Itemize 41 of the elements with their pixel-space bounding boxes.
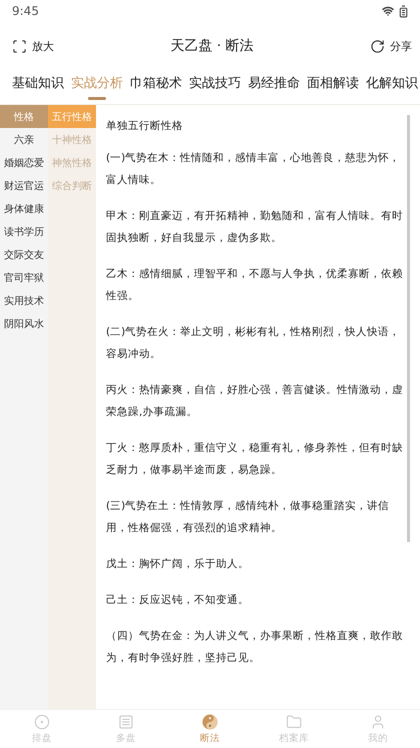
article-paragraph: (三)气势在土：性情敦厚，感情纯朴，做事稳重踏实，讲信用，性格倔强，有强烈的追求精神。 [106, 499, 390, 536]
expand-icon [12, 38, 27, 54]
category-item[interactable]: 财运官运 [0, 174, 48, 197]
tab[interactable]: 化解知识 [366, 70, 418, 104]
folder-icon [286, 714, 302, 730]
list-icon [118, 714, 134, 730]
article-paragraph: 丁火：憨厚质朴，重信守义，稳重有礼，修身养性，但有时缺乏耐力，做事易半途而废，易急躁。 [106, 441, 404, 478]
category-item[interactable]: 官司牢狱 [0, 266, 48, 289]
tab[interactable]: 巾箱秘术 [130, 70, 182, 104]
category-item[interactable]: 六亲 [0, 128, 48, 151]
category-item[interactable]: 读书学历 [0, 220, 48, 243]
refresh-icon [370, 38, 385, 54]
tab[interactable]: 实战技巧 [189, 70, 241, 104]
category-item[interactable]: 身体健康 [0, 197, 48, 220]
user-icon [370, 714, 386, 730]
article-title: 单独五行断性格 [106, 119, 184, 133]
article-paragraph: (二)气势在火：举止文明，彬彬有礼，性格刚烈，快人快语，容易冲动。 [106, 325, 402, 362]
tab[interactable]: 基础知识 [12, 70, 64, 104]
wifi-icon [382, 5, 394, 17]
status-time: 9:45 [12, 4, 39, 18]
category-item[interactable]: 阴阳风水 [0, 312, 48, 335]
article-paragraph: 戊土：胸怀广阔，乐于助人。 [106, 557, 250, 572]
article-paragraph: (一)气势在木：性情随和，感情丰富，心地善良，慈悲为怀，富人情味。 [106, 151, 402, 188]
article-paragraph: 甲木：刚直豪迈，有开拓精神，勤勉随和，富有人情味。有时固执独断，好自我显示，虚伪多欺。 [106, 209, 404, 246]
battery-icon [397, 4, 410, 18]
category-item[interactable]: 婚姻恋爱 [0, 151, 48, 174]
share-button[interactable]: 分享 [370, 38, 412, 54]
article-paragraph: （四）气势在金：为人讲义气，办事果断，性格直爽，敢作敢为，有时争强好胜，坚持己见。 [106, 629, 404, 666]
article-paragraph: 己土：反应迟钝，不知变通。 [106, 593, 250, 608]
tab[interactable]: 面相解读 [307, 70, 359, 104]
category-item[interactable]: 交际交友 [0, 243, 48, 266]
tab-underline [88, 97, 106, 100]
yin-yang-icon [202, 714, 218, 730]
article-paragraph: 乙木：感情细腻，理智平和，不愿与人争执，优柔寡断，依赖性强。 [106, 267, 404, 304]
category-item[interactable]: 实用技术 [0, 289, 48, 312]
page-title: 天乙盘 · 断法 [170, 37, 254, 55]
tab[interactable]: 易经推命 [248, 70, 300, 104]
article-paragraph: 丙火：热情豪爽，自信，好胜心强，善言健谈。性情激动，虚荣急躁,办事疏漏。 [106, 383, 404, 420]
scrollbar[interactable] [407, 115, 410, 542]
target-icon [34, 714, 50, 730]
zoom-button[interactable]: 放大 [12, 38, 54, 54]
